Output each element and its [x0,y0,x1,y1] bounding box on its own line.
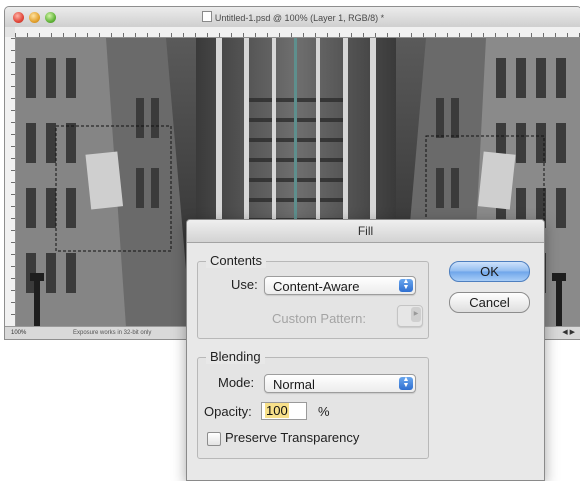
vertical-ruler[interactable] [5,37,16,327]
document-title: Untitled-1.psd @ 100% (Layer 1, RGB/8) * [5,11,580,23]
horizontal-ruler[interactable] [15,27,580,38]
blending-group: Blending Mode: Normal ▲ ▼ Opacity: 100 % … [197,349,429,459]
use-popup-value: Content-Aware [273,279,360,294]
dialog-title[interactable]: Fill [187,220,544,243]
zoom-level[interactable]: 100% [11,327,26,339]
ok-button[interactable]: OK [449,261,530,282]
custom-pattern-picker[interactable]: ▶ [397,305,423,327]
use-label: Use: [231,277,258,292]
opacity-label: Opacity: [204,404,252,419]
opacity-value: 100 [265,403,289,418]
opacity-unit: % [318,404,330,419]
popup-stepper-icon: ▲ ▼ [399,278,413,292]
contents-legend: Contents [206,253,267,268]
use-popup[interactable]: Content-Aware ▲ ▼ [264,276,416,295]
opacity-input[interactable]: 100 [261,402,307,420]
document-title-text: Untitled-1.psd @ 100% (Layer 1, RGB/8) * [214,13,385,23]
blending-legend: Blending [206,349,265,364]
mode-label: Mode: [218,375,255,390]
mode-popup[interactable]: Normal ▲ ▼ [264,374,416,393]
custom-pattern-label: Custom Pattern: [272,311,366,326]
cancel-button[interactable]: Cancel [449,292,530,313]
preserve-transparency-label[interactable]: Preserve Transparency [225,430,359,445]
popup-stepper-icon: ▲ ▼ [399,376,413,390]
status-info[interactable]: Exposure works in 32-bit only [73,327,151,339]
document-titlebar[interactable]: Untitled-1.psd @ 100% (Layer 1, RGB/8) * [5,7,580,28]
mode-popup-value: Normal [273,377,315,392]
contents-group: Contents Use: Content-Aware ▲ ▼ Custom Pa… [197,253,429,339]
preserve-transparency-checkbox[interactable] [207,432,221,446]
pattern-picker-arrow-icon: ▶ [411,307,421,322]
fill-dialog: Fill Contents Use: Content-Aware ▲ ▼ Cust… [186,219,545,481]
scroll-arrows-icon[interactable]: ◀ ▶ [562,327,575,339]
psd-file-icon [201,11,212,22]
